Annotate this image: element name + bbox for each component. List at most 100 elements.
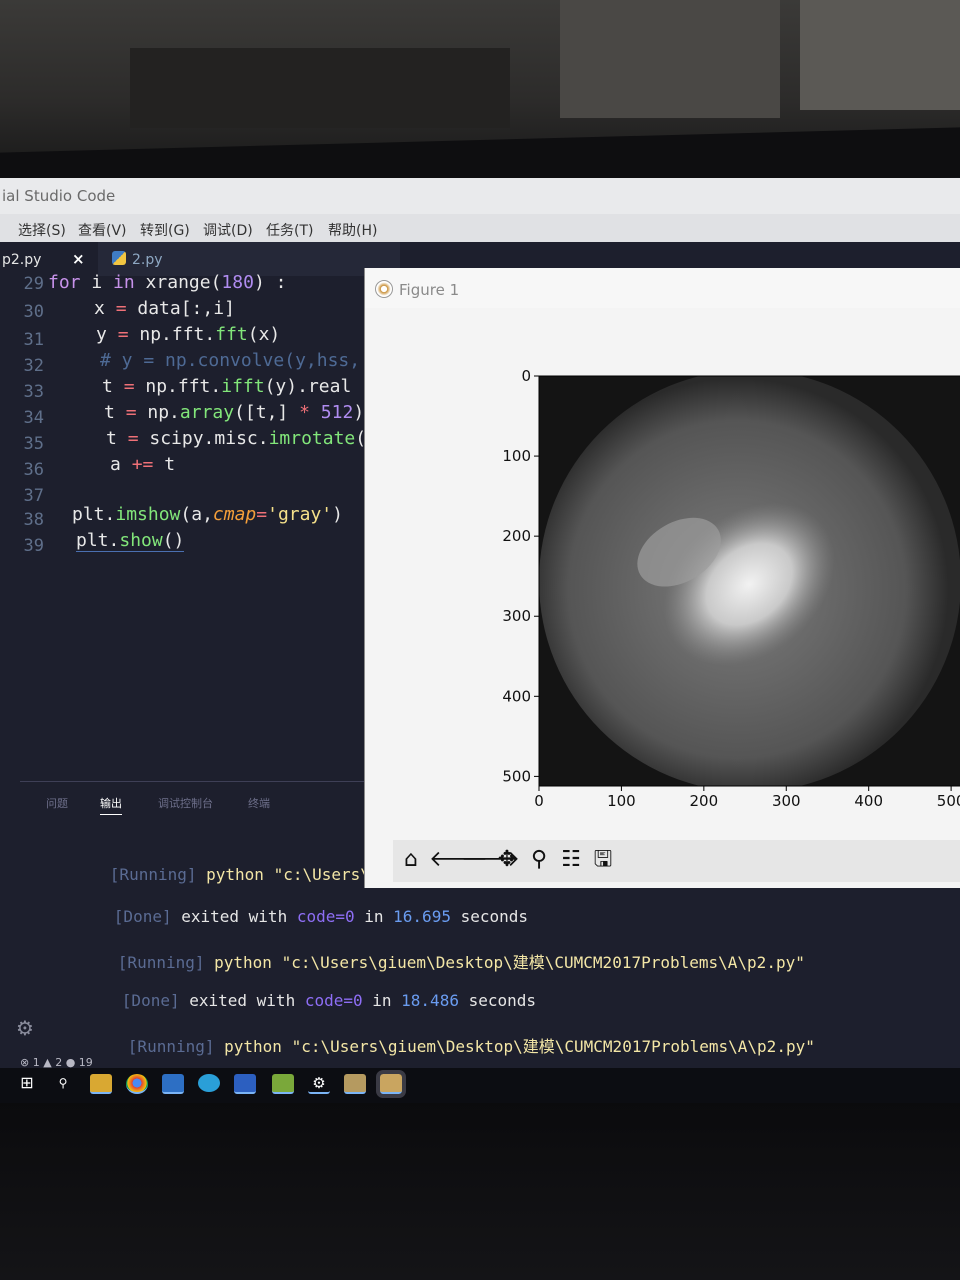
tab-problems[interactable]: 问题	[46, 795, 68, 811]
done-mid: in	[354, 907, 394, 926]
home-icon[interactable]: ⌂	[397, 846, 425, 874]
line-number: 38	[23, 510, 44, 530]
done-mid: in	[362, 991, 402, 1010]
tab-output[interactable]: 输出	[100, 795, 122, 815]
window-title: ial Studio Code	[2, 187, 116, 205]
x-tick-label: 500	[937, 792, 960, 810]
python-file-icon	[112, 251, 126, 265]
y-tick-label: 300	[502, 607, 531, 625]
tab-terminal[interactable]: 终端	[248, 795, 270, 811]
code-line: for i in xrange(180) :	[48, 272, 287, 293]
running-tag: [Running]	[127, 1037, 215, 1056]
taskbar: ⊞ ⚲ ⚙	[0, 1068, 960, 1103]
code-line: x = data[:,i]	[94, 298, 235, 319]
panel-tabs: 问题 输出 调试控制台 终端	[20, 781, 390, 822]
duration: 16.695	[393, 907, 451, 926]
background-furniture	[130, 48, 510, 128]
y-tick-label: 400	[502, 687, 531, 705]
x-tick-label: 400	[854, 792, 883, 810]
vscode-icon[interactable]	[162, 1074, 184, 1094]
figure-toolbar: ⌂ 🡐 🡒 ✥ ⚲ ☷ 🖫	[393, 840, 960, 882]
title-bar: ial Studio Code	[0, 178, 960, 214]
close-icon[interactable]: ×	[72, 250, 85, 268]
menu-tasks[interactable]: 任务(T)	[266, 220, 313, 240]
app-icon[interactable]	[344, 1074, 366, 1094]
tab-label: 2.py	[132, 252, 163, 268]
output-line: [Running] python "c:\Users\giuem\Desktop…	[70, 1014, 815, 1076]
done-tag: [Done]	[121, 991, 180, 1010]
save-icon[interactable]: 🖫	[589, 846, 617, 874]
command-text: python "c:\Users\giuem\Desktop\建模\CUMCM2…	[224, 1037, 815, 1056]
y-tick-label: 500	[502, 767, 531, 785]
x-tick-label: 0	[534, 792, 544, 810]
menu-view[interactable]: 查看(V)	[78, 220, 127, 240]
gear-icon[interactable]: ⚙	[16, 1016, 34, 1040]
line-number: 35	[23, 434, 44, 454]
line-number: 34	[23, 408, 44, 428]
forward-icon[interactable]: 🡒	[461, 846, 520, 874]
file-explorer-icon[interactable]	[90, 1074, 112, 1094]
chrome-icon[interactable]	[126, 1074, 148, 1094]
x-tick-label: 100	[607, 792, 636, 810]
tab-label: p2.py	[2, 252, 42, 268]
zoom-icon[interactable]: ⚲	[525, 846, 553, 874]
image-layer	[539, 376, 960, 786]
line-number: 29	[23, 274, 44, 294]
settings-icon[interactable]: ⚙	[308, 1074, 330, 1094]
editor-tabs: p2.py × 2.py	[0, 242, 400, 276]
command-text: python "c:\Users\giuem\Desktop\建模\CUMCM2…	[214, 953, 805, 972]
code-line: a += t	[110, 454, 176, 475]
configure-icon[interactable]: ☷	[557, 846, 585, 874]
exit-code: code=0	[304, 991, 363, 1010]
line-number: 32	[23, 356, 44, 376]
line-number: 33	[23, 382, 44, 402]
menu-go[interactable]: 转到(G)	[140, 220, 190, 240]
tab-p2py[interactable]: p2.py ×	[0, 242, 98, 276]
code-line: t = np.fft.ifft(y).real	[102, 376, 352, 397]
pan-icon[interactable]: ✥	[493, 846, 521, 874]
matplotlib-figure-icon[interactable]	[376, 1070, 406, 1098]
done-prefix: exited with	[181, 907, 297, 926]
desk-area	[0, 1100, 960, 1280]
menu-debug[interactable]: 调试(D)	[203, 220, 253, 240]
y-tick-label: 200	[502, 527, 531, 545]
code-comment: # y = np.convolve(y,hss,	[100, 350, 361, 371]
tab-debug-console[interactable]: 调试控制台	[158, 795, 213, 811]
line-number: 39	[23, 536, 44, 556]
line-number: 31	[23, 330, 44, 350]
figure-window: Figure 1 0100200300400500010020030040050…	[364, 268, 960, 888]
windows-start-icon[interactable]: ⊞	[16, 1074, 38, 1092]
line-number: 30	[23, 302, 44, 322]
menu-help[interactable]: 帮助(H)	[328, 220, 377, 240]
code-line: plt.imshow(a,cmap='gray')	[72, 504, 343, 525]
code-line-current: plt.show()	[76, 530, 185, 552]
exit-code: code=0	[296, 907, 355, 926]
done-prefix: exited with	[189, 991, 305, 1010]
y-tick-label: 0	[521, 367, 531, 385]
running-tag: [Running]	[117, 953, 205, 972]
menu-bar: 选择(S) 查看(V) 转到(G) 调试(D) 任务(T) 帮助(H)	[0, 214, 960, 242]
duration: 18.486	[401, 991, 459, 1010]
line-number: 36	[23, 460, 44, 480]
background-cabinet	[560, 0, 780, 118]
done-tag: [Done]	[113, 907, 172, 926]
monitor-screen: ial Studio Code 选择(S) 查看(V) 转到(G) 调试(D) …	[0, 178, 960, 1103]
tab-2py[interactable]: 2.py	[100, 242, 220, 276]
code-line: y = np.fft.fft(x)	[96, 324, 281, 345]
figure-canvas[interactable]: 01002003004005000100200300400500	[365, 268, 960, 840]
background-wall	[800, 0, 960, 110]
code-line: t = np.array([t,] * 512)	[104, 402, 365, 423]
back-icon[interactable]: 🡐	[429, 846, 488, 874]
code-line: t = scipy.misc.imrotate(	[106, 428, 367, 449]
line-number: 37	[23, 486, 44, 506]
search-icon[interactable]: ⚲	[52, 1074, 74, 1092]
telegram-icon[interactable]	[198, 1074, 220, 1092]
code-editor[interactable]: 29 30 31 32 33 34 35 36 37 38 39 for i i…	[0, 272, 390, 778]
menu-select[interactable]: 选择(S)	[18, 220, 66, 240]
done-suffix: seconds	[458, 991, 537, 1010]
app-icon[interactable]	[272, 1074, 294, 1094]
running-tag: [Running]	[109, 865, 197, 884]
app-icon[interactable]	[234, 1074, 256, 1094]
y-tick-label: 100	[502, 447, 531, 465]
x-tick-label: 300	[772, 792, 801, 810]
